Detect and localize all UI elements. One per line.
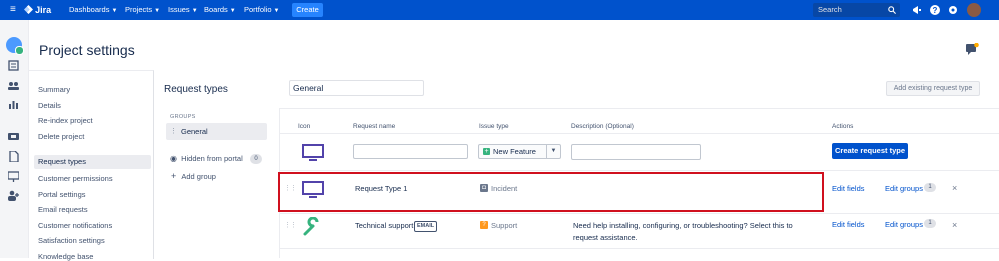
- divider: [279, 248, 999, 249]
- close-icon[interactable]: ×: [952, 183, 957, 193]
- settings-nav: Summary Details Re-index project Delete …: [29, 70, 154, 261]
- help-icon[interactable]: ?: [929, 4, 941, 16]
- edit-fields-link[interactable]: Edit fields: [832, 220, 865, 229]
- status-dot: [15, 46, 24, 55]
- channels-icon[interactable]: [8, 171, 19, 182]
- hamburger-icon[interactable]: ≡: [10, 0, 16, 20]
- request-name[interactable]: Technical support: [355, 221, 413, 230]
- nav-issues[interactable]: Issues ▼: [168, 0, 198, 20]
- customers-icon[interactable]: [8, 80, 19, 91]
- page-title: Project settings: [39, 42, 135, 58]
- issue-type: Support: [491, 221, 518, 230]
- megaphone-icon[interactable]: [911, 4, 923, 16]
- group-label: General: [181, 127, 208, 136]
- chevron-down-icon: ▼: [229, 8, 236, 14]
- project-avatar[interactable]: [6, 37, 24, 55]
- col-header-actions: Actions: [832, 123, 854, 130]
- project-sidebar-rail: [0, 20, 29, 258]
- description-line-2: request assistance.: [573, 233, 638, 242]
- settings-gear-icon[interactable]: [947, 4, 959, 16]
- search-input[interactable]: Search: [813, 3, 900, 17]
- support-icon: ?: [480, 221, 488, 229]
- chevron-down-icon: ▼: [111, 8, 118, 14]
- nav-customer-permissions[interactable]: Customer permissions: [38, 174, 113, 183]
- top-navigation-bar: ≡ Jira Dashboards ▼ Projects ▼ Issues ▼ Boa…: [0, 0, 999, 20]
- request-name-input[interactable]: [353, 144, 468, 159]
- nav-knowledge-base[interactable]: Knowledge base: [38, 252, 93, 261]
- drag-handle-icon[interactable]: ⋮⋮: [284, 221, 297, 229]
- monitor-icon[interactable]: [302, 144, 324, 162]
- nav-customer-notifications[interactable]: Customer notifications: [38, 221, 112, 230]
- nav-boards[interactable]: Boards ▼: [204, 0, 236, 20]
- create-button[interactable]: Create: [292, 3, 323, 17]
- chevron-down-icon: ▼: [154, 8, 161, 14]
- col-header-icon: Icon: [298, 123, 311, 130]
- drag-handle-icon[interactable]: ⋮: [170, 127, 177, 135]
- description-line-1: Need help installing, configuring, or tr…: [573, 221, 793, 230]
- col-header-description: Description (Optional): [571, 123, 634, 130]
- jira-logo[interactable]: Jira: [24, 0, 51, 20]
- search-placeholder: Search: [818, 5, 842, 14]
- highlight-annotation: [278, 172, 824, 212]
- jira-logo-icon: [24, 5, 33, 14]
- nav-request-types[interactable]: Request types: [34, 155, 151, 169]
- raise-request-icon[interactable]: [8, 131, 19, 142]
- chevron-down-icon: ▼: [546, 145, 560, 158]
- hidden-from-portal[interactable]: ◉ Hidden from portal: [170, 154, 243, 163]
- add-group-label: Add group: [181, 172, 216, 181]
- knowledge-base-icon[interactable]: [8, 151, 19, 162]
- nav-delete-project[interactable]: Delete project: [38, 132, 84, 141]
- hidden-count-badge: 0: [250, 154, 262, 164]
- add-existing-request-type-button[interactable]: Add existing request type: [886, 81, 980, 96]
- divider: [279, 170, 999, 171]
- nav-details[interactable]: Details: [38, 101, 61, 110]
- chevron-down-icon: ▼: [273, 8, 280, 14]
- edit-groups-link[interactable]: Edit groups: [885, 184, 923, 193]
- plus-icon: +: [171, 171, 177, 181]
- nav-dashboards[interactable]: Dashboards ▼: [69, 0, 117, 20]
- edit-groups-link[interactable]: Edit groups: [885, 220, 923, 229]
- request-types-heading: Request types: [164, 84, 228, 95]
- groups-label: GROUPS: [170, 114, 196, 120]
- hidden-from-portal-label: Hidden from portal: [181, 154, 243, 163]
- nav-projects[interactable]: Projects ▼: [125, 0, 160, 20]
- chevron-down-icon: ▼: [191, 8, 198, 14]
- user-avatar[interactable]: [967, 3, 981, 17]
- nav-email-requests[interactable]: Email requests: [38, 205, 88, 214]
- svg-text:?: ?: [933, 6, 938, 15]
- nav-portfolio[interactable]: Portfolio ▼: [244, 0, 279, 20]
- nav-summary[interactable]: Summary: [38, 85, 70, 94]
- col-header-request-name: Request name: [353, 123, 396, 130]
- search-icon: [888, 6, 896, 14]
- add-group-button[interactable]: + Add group: [171, 171, 216, 181]
- issue-type-value: New Feature: [493, 147, 536, 156]
- divider: [279, 133, 999, 134]
- eye-icon: ◉: [170, 154, 177, 163]
- divider: [279, 108, 999, 109]
- group-count-badge: 1: [924, 183, 936, 192]
- new-feature-icon: +: [483, 148, 490, 155]
- feedback-icon[interactable]: [966, 43, 979, 55]
- nav-reindex-project[interactable]: Re-index project: [38, 116, 93, 125]
- col-header-issue-type: Issue type: [479, 123, 509, 130]
- reports-icon[interactable]: [8, 99, 19, 110]
- group-item-general[interactable]: ⋮ General: [166, 123, 267, 140]
- logo-text: Jira: [35, 5, 52, 15]
- group-count-badge: 1: [924, 219, 936, 228]
- description-textarea[interactable]: [571, 144, 701, 160]
- nav-portal-settings[interactable]: Portal settings: [38, 190, 86, 199]
- group-name-input[interactable]: General: [289, 80, 424, 96]
- issue-type-select[interactable]: + New Feature ▼: [478, 144, 561, 159]
- create-request-type-button[interactable]: Create request type: [832, 143, 908, 159]
- wrench-icon[interactable]: [302, 217, 322, 237]
- close-icon[interactable]: ×: [952, 220, 957, 230]
- divider: [279, 213, 999, 214]
- nav-satisfaction-settings[interactable]: Satisfaction settings: [38, 236, 105, 245]
- edit-fields-link[interactable]: Edit fields: [832, 184, 865, 193]
- email-lozenge: EMAIL: [414, 221, 438, 232]
- queues-icon[interactable]: [8, 60, 19, 71]
- invite-team-icon[interactable]: [8, 190, 19, 201]
